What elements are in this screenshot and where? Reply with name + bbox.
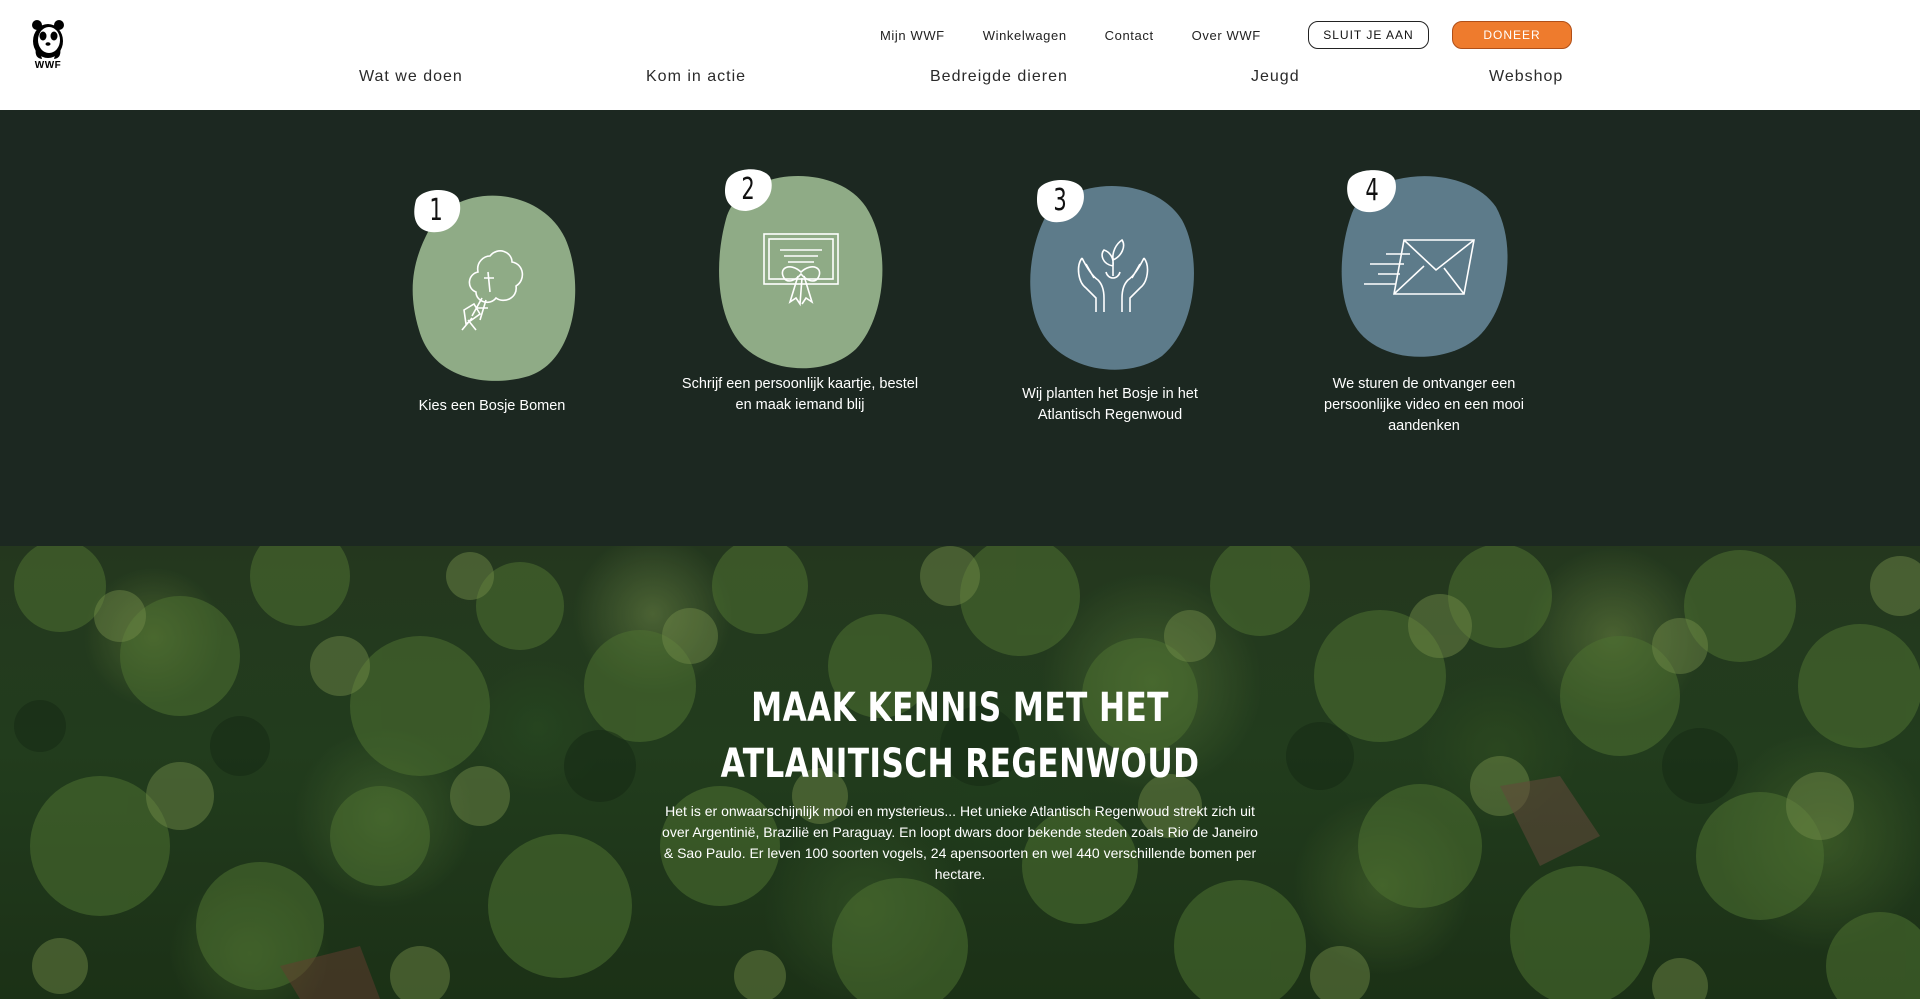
step-number: 3 xyxy=(1053,182,1067,218)
step-number-badge: 2 xyxy=(722,165,774,213)
nav-item-bedreigde-dieren[interactable]: Bedreigde dieren xyxy=(930,68,1068,86)
step-number-badge: 4 xyxy=(1346,166,1398,214)
util-link-over-wwf[interactable]: Over WWF xyxy=(1192,28,1261,43)
sending-envelope-icon xyxy=(1364,239,1475,295)
join-button[interactable]: SLUIT JE AAN xyxy=(1308,21,1429,49)
util-link-mijn-wwf[interactable]: Mijn WWF xyxy=(880,28,945,43)
nav-item-wat-we-doen[interactable]: Wat we doen xyxy=(359,68,463,86)
utility-nav: Mijn WWF Winkelwagen Contact Over WWF xyxy=(880,21,1261,49)
step-caption: Schrijf een persoonlijk kaartje, bestel … xyxy=(681,376,919,413)
site-header: WWF Mijn WWF Winkelwagen Contact Over WW… xyxy=(0,0,1920,110)
step-number: 1 xyxy=(429,192,443,228)
hands-sprout-icon xyxy=(1077,238,1149,312)
forest-title: MAAK KENNIS MET HET ATLANITISCH REGENWOU… xyxy=(720,685,1200,787)
step-number: 2 xyxy=(741,171,755,207)
forest-section: MAAK KENNIS MET HET ATLANITISCH REGENWOU… xyxy=(0,546,1920,999)
util-link-winkelwagen[interactable]: Winkelwagen xyxy=(983,28,1067,43)
step-number: 4 xyxy=(1365,172,1379,208)
forest-body-text: Het is er onwaarschijnlijk mooi en myste… xyxy=(662,803,1258,882)
step-caption: Wij planten het Bosje in het Atlantisch … xyxy=(1022,386,1198,423)
wwf-logo[interactable]: WWF xyxy=(28,18,68,72)
tree-bouquet-icon xyxy=(461,250,524,331)
step-number-badge: 3 xyxy=(1034,176,1086,224)
steps-section: 1 Kies een Bosje Bomen 2 Schrijf een per… xyxy=(0,110,1920,546)
panda-icon xyxy=(32,20,64,59)
step-number-badge: 1 xyxy=(410,186,462,234)
step-caption: We sturen de ontvanger een persoonlijke … xyxy=(1324,376,1524,434)
donate-button[interactable]: DONEER xyxy=(1452,21,1572,49)
step-caption: Kies een Bosje Bomen xyxy=(418,398,566,414)
nav-item-kom-in-actie[interactable]: Kom in actie xyxy=(646,68,746,86)
main-nav: Wat we doen Kom in actie Bedreigde diere… xyxy=(0,68,1920,92)
nav-item-webshop[interactable]: Webshop xyxy=(1489,68,1563,86)
util-link-contact[interactable]: Contact xyxy=(1105,28,1154,43)
gift-card-icon xyxy=(763,233,839,307)
nav-item-jeugd[interactable]: Jeugd xyxy=(1251,68,1300,86)
